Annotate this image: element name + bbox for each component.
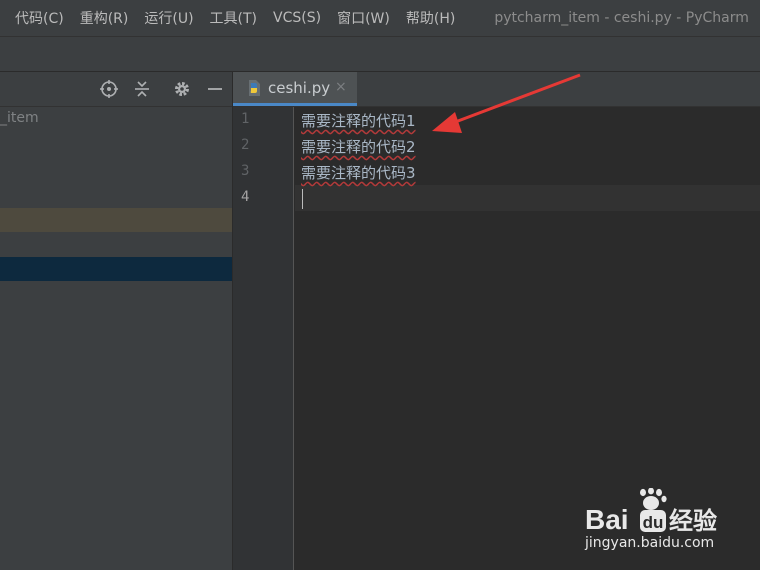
- svg-text:Bai: Bai: [585, 504, 629, 535]
- watermark-url: jingyan.baidu.com: [585, 535, 715, 551]
- svg-text:du: du: [643, 513, 664, 532]
- baidu-logo-icon: du Bai du 经验: [585, 487, 717, 535]
- annotation-arrow: [432, 73, 581, 133]
- baidu-jingyan-watermark: du Bai du 经验 jingyan.baidu.com: [585, 487, 735, 554]
- svg-text:经验: 经验: [669, 507, 717, 535]
